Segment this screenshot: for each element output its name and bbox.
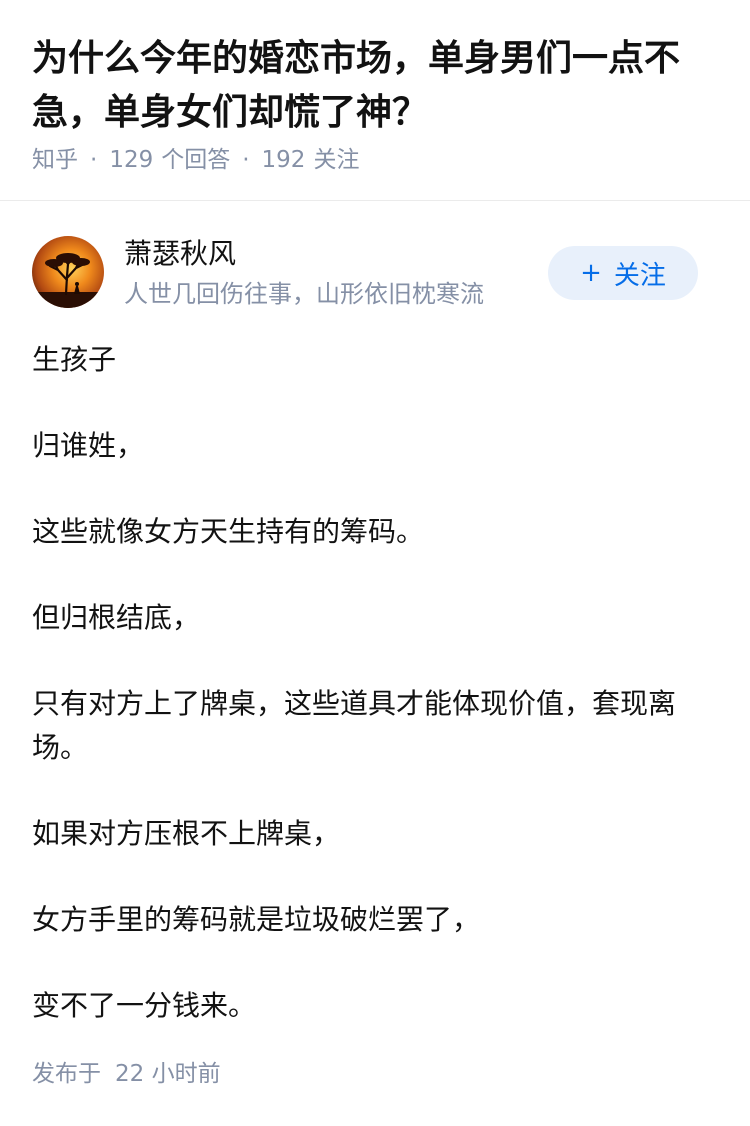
question-meta: 知乎 · 129 个回答 · 192 关注 (32, 142, 359, 178)
answer-paragraph: 变不了一分钱来。 (32, 989, 257, 1022)
answer-body: 生孩子 归谁姓， 这些就像女方天生持有的筹码。 但归根结底， 只有对方上了牌桌，… (32, 338, 722, 1070)
follow-button[interactable]: + 关注 (548, 246, 698, 300)
answer-paragraph: 但归根结底， (32, 601, 201, 634)
site-name[interactable]: 知乎 (32, 147, 78, 173)
question-title[interactable]: 为什么今年的婚恋市场，单身男们一点不急，单身女们却慌了神？ (32, 32, 712, 140)
answer-paragraph: 这些就像女方天生持有的筹码。 (32, 515, 425, 548)
publish-time-value: 22 小时前 (115, 1061, 221, 1087)
answer-page: 为什么今年的婚恋市场，单身男们一点不急，单身女们却慌了神？ 知乎 · 129 个回答 ·… (0, 0, 750, 1126)
answer-paragraph: 只有对方上了牌桌，这些道具才能体现价值，套现离场。 (32, 687, 677, 764)
answer-paragraph: 女方手里的筹码就是垃圾破烂罢了， (32, 903, 481, 936)
header-divider (0, 200, 750, 201)
answer-paragraph: 归谁姓， (32, 429, 145, 462)
sunset-tree-avatar-icon[interactable] (32, 236, 104, 308)
publish-time: 发布于 22 小时前 (32, 1056, 221, 1092)
answer-paragraph: 如果对方压根不上牌桌， (32, 817, 341, 850)
meta-separator: · (90, 147, 98, 173)
author-name[interactable]: 萧瑟秋风 (124, 234, 236, 274)
author-bio: 人世几回伤往事，山形依旧枕寒流 (124, 280, 484, 308)
answers-count: 129 (109, 147, 154, 173)
publish-prefix: 发布于 (32, 1061, 101, 1087)
plus-icon: + (580, 258, 602, 288)
answer-paragraph: 生孩子 (32, 343, 117, 376)
followers-label[interactable]: 关注 (313, 147, 359, 173)
followers-count: 192 (261, 147, 306, 173)
answers-label[interactable]: 个回答 (161, 147, 230, 173)
meta-separator: · (242, 147, 250, 173)
follow-button-label: 关注 (613, 260, 666, 291)
